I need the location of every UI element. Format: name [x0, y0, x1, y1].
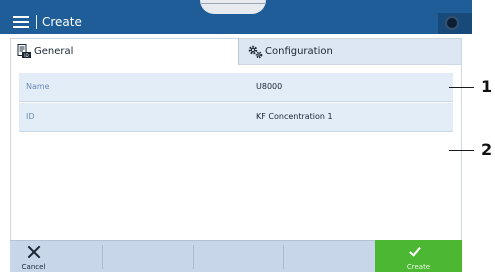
callout-number-2: 2	[481, 140, 493, 159]
create-label: Create	[406, 263, 431, 271]
hamburger-menu-icon[interactable]	[13, 16, 29, 28]
status-indicator-icon[interactable]	[445, 16, 459, 30]
create-button[interactable]: Create	[375, 240, 462, 272]
id-label: ID	[26, 112, 35, 121]
gears-icon	[248, 45, 263, 59]
header-separator	[36, 15, 37, 29]
footer-divider	[102, 245, 103, 269]
callout-line-2	[449, 150, 474, 151]
tab-bar: ID General Configuration	[10, 38, 462, 65]
svg-text:ID: ID	[24, 53, 28, 58]
checkmark-icon	[409, 244, 421, 257]
name-field-row[interactable]: Name U8000	[19, 73, 453, 102]
id-field-row[interactable]: ID KF Concentration 1	[19, 103, 453, 132]
pull-down-handle[interactable]	[200, 0, 266, 14]
tab-general[interactable]: ID General	[10, 38, 238, 65]
footer-divider	[283, 245, 284, 269]
document-id-icon: ID	[17, 44, 31, 58]
tab-configuration[interactable]: Configuration	[238, 38, 462, 65]
page-title: Create	[42, 15, 82, 29]
footer-divider	[193, 245, 194, 269]
id-value: KF Concentration 1	[256, 112, 333, 121]
action-bar: Cancel Create	[10, 240, 462, 272]
cancel-label: Cancel	[21, 263, 46, 271]
callout-line-1	[449, 87, 474, 88]
name-label: Name	[26, 82, 50, 91]
app-screen: Create ID General Configuration Name U80…	[0, 0, 472, 272]
callout-number-1: 1	[481, 77, 493, 96]
name-value: U8000	[256, 82, 283, 91]
tab-general-label: General	[34, 46, 74, 57]
close-icon	[27, 245, 41, 259]
tab-configuration-label: Configuration	[265, 46, 333, 57]
cancel-button[interactable]: Cancel	[10, 241, 57, 272]
general-panel: Name U8000 ID KF Concentration 1	[10, 65, 462, 240]
